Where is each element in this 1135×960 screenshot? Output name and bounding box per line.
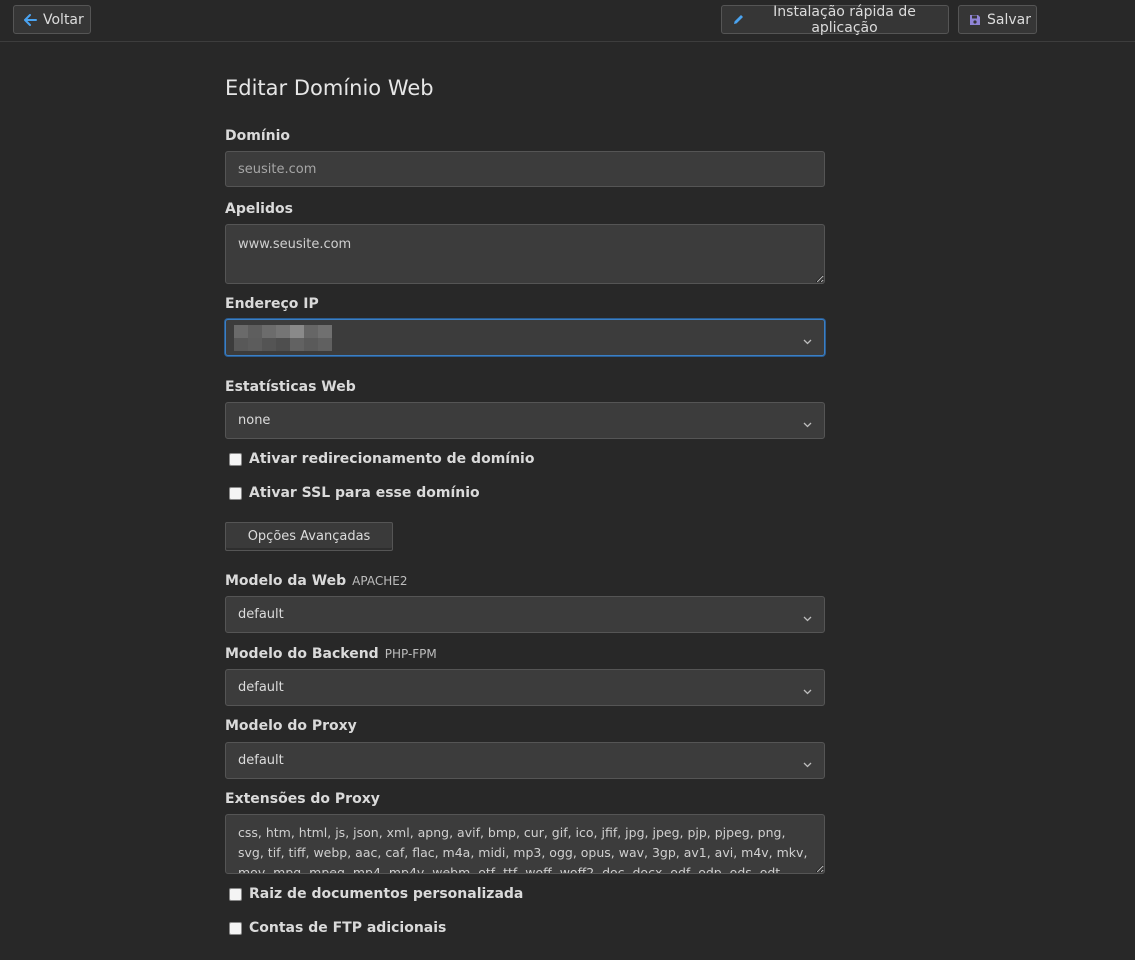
web-template-label: Modelo da Web APACHE2 bbox=[225, 573, 407, 589]
pencil-icon bbox=[732, 13, 745, 26]
proxy-template-label: Modelo do Proxy bbox=[225, 718, 357, 734]
proxy-template-select[interactable]: default bbox=[225, 742, 825, 779]
save-button-label: Salvar bbox=[987, 11, 1031, 28]
chevron-down-icon bbox=[803, 757, 812, 772]
domain-label: Domínio bbox=[225, 128, 291, 144]
backend-template-label-text: Modelo do Backend bbox=[225, 646, 379, 662]
backend-template-sub: PHP-FPM bbox=[384, 647, 437, 661]
redirect-option[interactable]: Ativar redirecionamento de domínio bbox=[229, 451, 534, 467]
redirect-checkbox[interactable] bbox=[229, 452, 242, 466]
chevron-down-icon bbox=[803, 611, 812, 626]
back-button[interactable]: Voltar bbox=[13, 5, 91, 34]
save-button[interactable]: Salvar bbox=[958, 5, 1037, 34]
ftp-accounts-checkbox[interactable] bbox=[229, 921, 242, 935]
redacted-ip-value bbox=[234, 324, 332, 351]
web-statistics-value: none bbox=[238, 413, 271, 428]
advanced-options-button[interactable]: Opções Avançadas bbox=[225, 522, 393, 551]
ip-address-select[interactable] bbox=[225, 319, 825, 356]
ftp-accounts-label: Contas de FTP adicionais bbox=[249, 920, 447, 936]
quick-install-label: Instalação rápida de aplicação bbox=[773, 3, 916, 36]
web-template-select[interactable]: default bbox=[225, 596, 825, 633]
backend-template-label: Modelo do Backend PHP-FPM bbox=[225, 646, 437, 662]
page-title: Editar Domínio Web bbox=[225, 76, 434, 100]
web-template-label-text: Modelo da Web bbox=[225, 573, 347, 589]
web-statistics-label: Estatísticas Web bbox=[225, 379, 356, 395]
web-template-value: default bbox=[238, 607, 284, 622]
aliases-textarea[interactable]: www.seusite.com bbox=[225, 224, 825, 284]
chevron-down-icon bbox=[803, 417, 812, 432]
ip-address-label: Endereço IP bbox=[225, 296, 319, 312]
custom-docroot-checkbox[interactable] bbox=[229, 887, 242, 901]
ssl-checkbox[interactable] bbox=[229, 486, 242, 500]
top-toolbar: Voltar Instalação rápida de aplicação Sa… bbox=[0, 0, 1135, 42]
proxy-template-value: default bbox=[238, 753, 284, 768]
chevron-down-icon bbox=[803, 684, 812, 699]
custom-docroot-option[interactable]: Raiz de documentos personalizada bbox=[229, 886, 523, 902]
redirect-label: Ativar redirecionamento de domínio bbox=[249, 451, 535, 467]
web-statistics-select[interactable]: none bbox=[225, 402, 825, 439]
back-button-label: Voltar bbox=[43, 11, 84, 28]
domain-input[interactable] bbox=[225, 151, 825, 187]
floppy-disk-icon bbox=[969, 14, 981, 26]
backend-template-value: default bbox=[238, 680, 284, 695]
aliases-label: Apelidos bbox=[225, 201, 293, 217]
proxy-extensions-textarea[interactable]: css, htm, html, js, json, xml, apng, avi… bbox=[225, 814, 825, 874]
ssl-option[interactable]: Ativar SSL para esse domínio bbox=[229, 485, 480, 501]
ftp-accounts-option[interactable]: Contas de FTP adicionais bbox=[229, 920, 446, 936]
ssl-label: Ativar SSL para esse domínio bbox=[249, 485, 480, 501]
proxy-extensions-label: Extensões do Proxy bbox=[225, 791, 380, 807]
quick-install-button[interactable]: Instalação rápida de aplicação bbox=[721, 3, 949, 36]
custom-docroot-label: Raiz de documentos personalizada bbox=[249, 886, 524, 902]
backend-template-select[interactable]: default bbox=[225, 669, 825, 706]
web-template-sub: APACHE2 bbox=[352, 574, 408, 588]
arrow-left-icon bbox=[24, 13, 37, 26]
chevron-down-icon bbox=[803, 334, 812, 349]
